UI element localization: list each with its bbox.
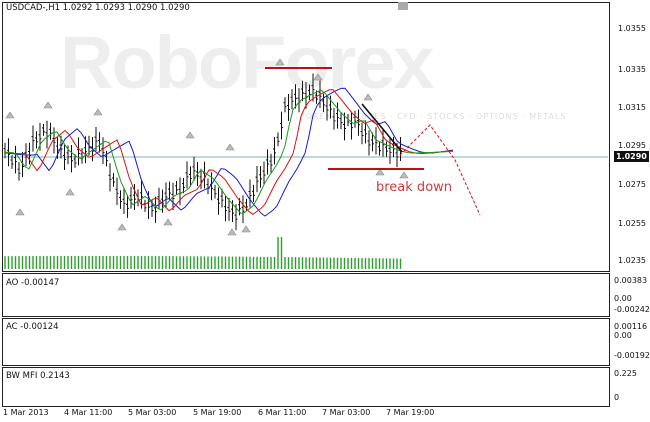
- time-tick: 5 Mar 03:00: [128, 408, 177, 417]
- time-tick: 5 Mar 19:00: [193, 408, 242, 417]
- alligator-teeth-line: [4, 89, 454, 215]
- fractal-arrow-icon: [241, 225, 251, 233]
- time-tick: 1 Mar 2013: [3, 408, 49, 417]
- price-tick: 1.0295: [618, 141, 646, 150]
- time-tick: 6 Mar 11:00: [258, 408, 307, 417]
- mfi-tick: 0.225: [614, 369, 637, 378]
- alligator-jaw-line: [4, 87, 454, 217]
- fractal-arrow-icon: [399, 171, 409, 179]
- time-tick: 4 Mar 11:00: [64, 408, 113, 417]
- fractal-arrow-icon: [5, 111, 15, 119]
- ao-tick: 0.00383: [614, 276, 648, 285]
- price-tick: 1.0275: [618, 180, 646, 189]
- price-tick: 1.0255: [618, 219, 646, 228]
- fractal-arrow-icon: [15, 208, 25, 216]
- price-tick: 1.0355: [618, 24, 646, 33]
- fractal-arrow-icon: [93, 108, 103, 116]
- fractal-arrow-icon: [227, 228, 237, 236]
- current-price-badge: 1.0290: [614, 151, 649, 162]
- price-tick: 1.0235: [618, 256, 646, 265]
- price-tick: 1.0315: [618, 103, 646, 112]
- break-down-annotation: break down: [376, 180, 453, 195]
- mfi-label: BW MFI 0.2143: [6, 371, 70, 381]
- fractal-arrow-icon: [185, 131, 195, 139]
- ac-label: AC -0.00124: [6, 322, 59, 332]
- fractal-arrow-icon: [363, 93, 373, 101]
- fractal-arrow-icon: [225, 143, 235, 151]
- ao-tick: 0.00: [614, 294, 632, 303]
- fractal-arrow-icon: [275, 58, 285, 66]
- fractal-arrow-icon: [65, 188, 75, 196]
- ac-tick: -0.00192: [614, 351, 650, 360]
- fractal-arrow-icon: [117, 223, 127, 231]
- time-tick: 7 Mar 19:00: [386, 408, 435, 417]
- mfi-pane[interactable]: [2, 367, 610, 407]
- fractal-arrow-icon: [163, 218, 173, 226]
- fractal-arrow-icon: [43, 101, 53, 109]
- time-tick: 7 Mar 03:00: [322, 408, 371, 417]
- ao-pane[interactable]: [2, 273, 610, 317]
- ao-tick: -0.00242: [614, 305, 650, 314]
- fractal-arrow-icon: [313, 73, 323, 81]
- ao-label: AO -0.00147: [6, 278, 60, 288]
- mfi-tick: 0: [614, 393, 620, 402]
- trend-line: [361, 103, 403, 153]
- ac-tick: 0.00116: [614, 322, 648, 331]
- ac-pane[interactable]: [2, 318, 610, 366]
- price-tick: 1.0335: [618, 65, 646, 74]
- ac-tick: 0.00: [614, 331, 632, 340]
